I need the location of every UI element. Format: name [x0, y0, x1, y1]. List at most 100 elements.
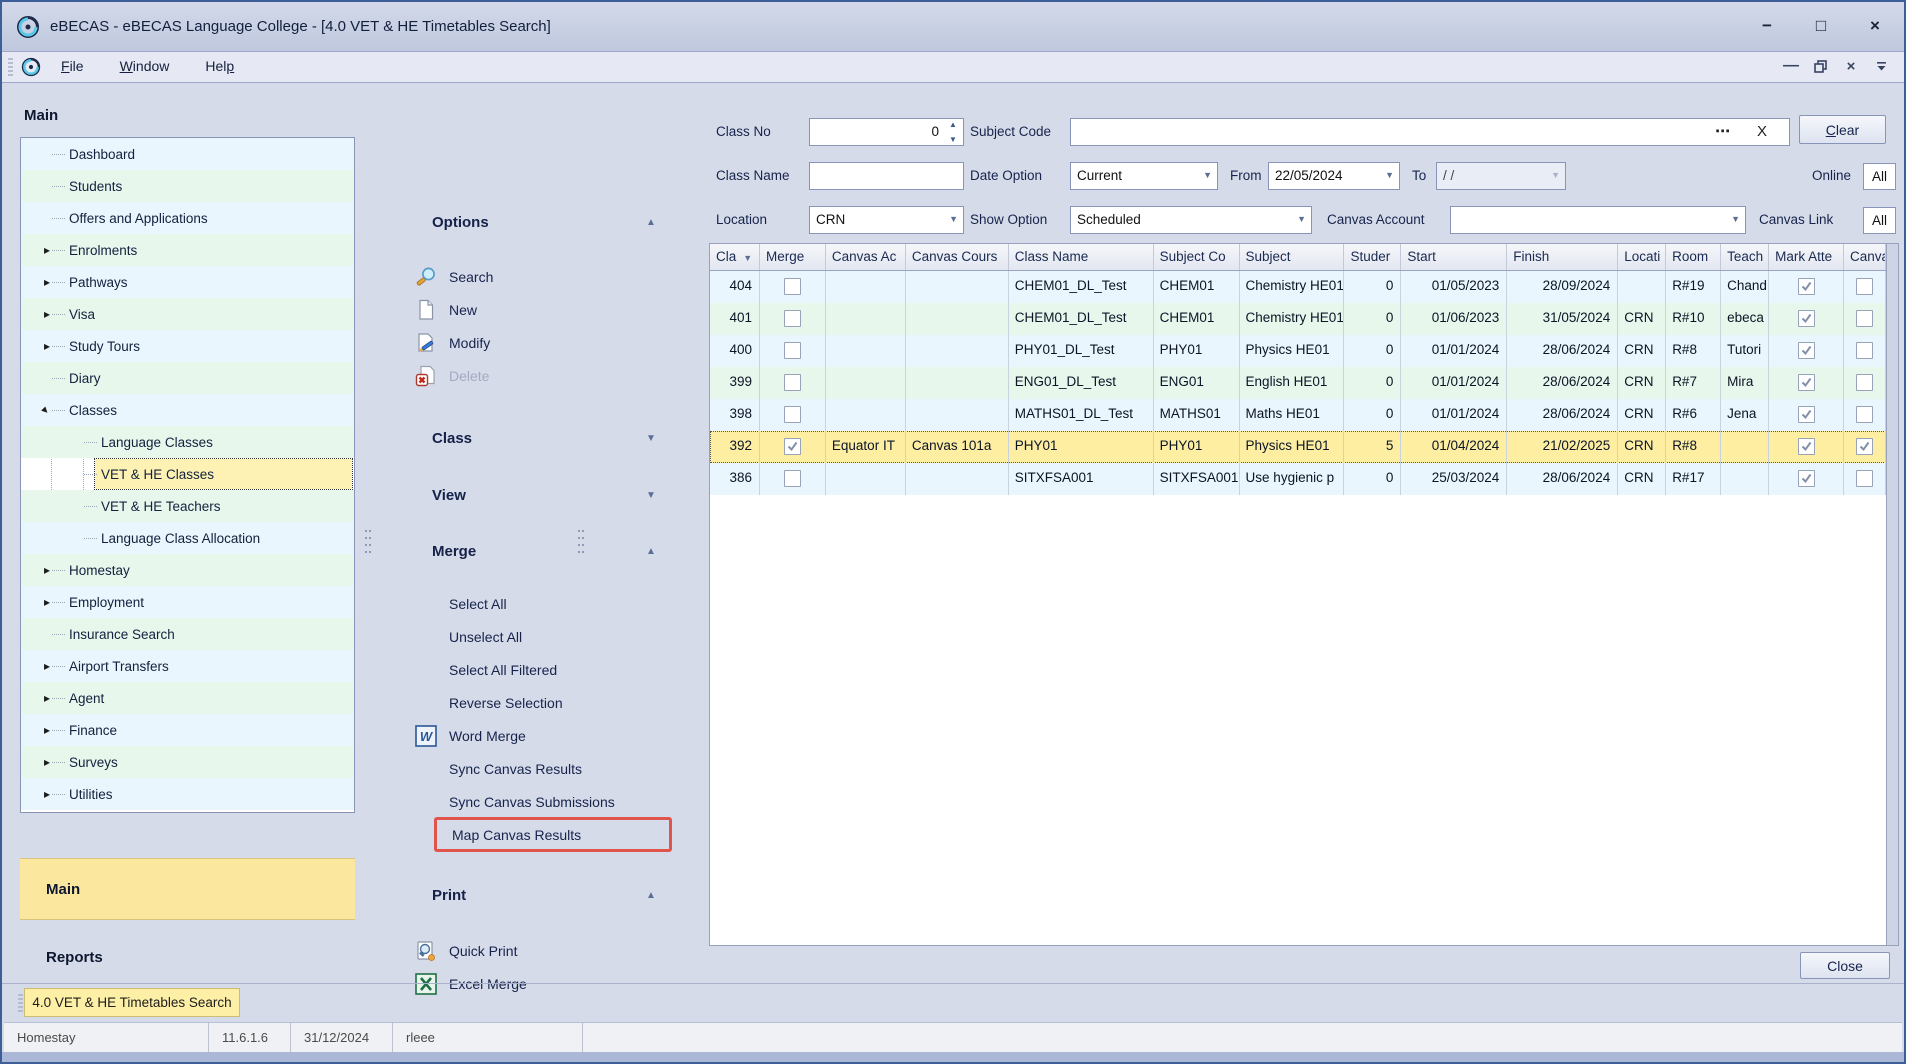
sidebar-item-vet-he-classes[interactable]: VET & HE Classes — [21, 458, 354, 490]
menu-file[interactable]: File — [49, 54, 96, 78]
sidebar-item-airport-transfers[interactable]: ▸Airport Transfers — [21, 650, 354, 682]
checkbox-unchecked[interactable] — [784, 406, 801, 423]
sidebar-item-offers-and-applications[interactable]: Offers and Applications — [21, 202, 354, 234]
canvas-account-select[interactable]: ▼ — [1450, 206, 1746, 234]
checkbox-checked[interactable] — [1798, 438, 1815, 455]
sidebar-item-insurance-search[interactable]: Insurance Search — [21, 618, 354, 650]
table-row-399[interactable]: 399ENG01_DL_TestENG01English HE01001/01/… — [710, 367, 1886, 399]
column-header-subject-code[interactable]: Subject Co — [1154, 244, 1240, 270]
table-row-398[interactable]: 398MATHS01_DL_TestMATHS01Maths HE01001/0… — [710, 399, 1886, 431]
sidebar-item-language-classes[interactable]: Language Classes — [21, 426, 354, 458]
checkbox-checked[interactable] — [1798, 310, 1815, 327]
action-search[interactable]: Search — [370, 260, 700, 293]
clear-button[interactable]: Clear — [1799, 115, 1886, 144]
show-option-select[interactable]: Scheduled ▼ — [1070, 206, 1312, 234]
column-header-canvas[interactable]: Canva — [1844, 244, 1886, 270]
checkbox-checked[interactable] — [1798, 278, 1815, 295]
checkbox-checked[interactable] — [1798, 470, 1815, 487]
table-row-404[interactable]: 404CHEM01_DL_TestCHEM01Chemistry HE01001… — [710, 271, 1886, 303]
mdi-close-icon[interactable]: × — [1842, 58, 1860, 74]
column-header-teacher[interactable]: Teach — [1721, 244, 1769, 270]
class-no-spinner[interactable]: ▲▼ — [945, 120, 961, 144]
tree-collapsed-icon[interactable]: ▸ — [44, 308, 50, 320]
checkbox-unchecked[interactable] — [784, 342, 801, 359]
action-reverse-selection[interactable]: Reverse Selection — [370, 686, 700, 719]
column-header-canvas-course[interactable]: Canvas Cours — [906, 244, 1009, 270]
section-header-print[interactable]: Print▲ — [370, 887, 700, 911]
checkbox-unchecked[interactable] — [1856, 278, 1873, 295]
tree-collapsed-icon[interactable]: ▸ — [44, 756, 50, 768]
action-select-all-filtered[interactable]: Select All Filtered — [370, 653, 700, 686]
checkbox-checked[interactable] — [784, 438, 801, 455]
column-header-subject[interactable]: Subject — [1240, 244, 1345, 270]
sidebar-item-pathways[interactable]: ▸Pathways — [21, 266, 354, 298]
sidebar-item-visa[interactable]: ▸Visa — [21, 298, 354, 330]
menu-help[interactable]: Help — [193, 54, 246, 78]
online-filter-box[interactable]: All — [1863, 163, 1896, 190]
column-header-finish[interactable]: Finish — [1507, 244, 1618, 270]
table-scrollbar[interactable] — [1886, 243, 1899, 946]
table-row-392[interactable]: 392Equator ITCanvas 101aPHY01PHY01Physic… — [710, 431, 1886, 463]
sidebar-item-employment[interactable]: ▸Employment — [21, 586, 354, 618]
open-window-tab[interactable]: 4.0 VET & HE Timetables Search — [24, 988, 240, 1017]
tree-collapsed-icon[interactable]: ▸ — [44, 596, 50, 608]
checkbox-unchecked[interactable] — [1856, 374, 1873, 391]
minimize-window-icon[interactable]: − — [1752, 12, 1782, 40]
sidebar-item-language-class-allocation[interactable]: Language Class Allocation — [21, 522, 354, 554]
action-sync-canvas-results[interactable]: Sync Canvas Results — [370, 752, 700, 785]
table-row-401[interactable]: 401CHEM01_DL_TestCHEM01Chemistry HE01001… — [710, 303, 1886, 335]
tree-collapsed-icon[interactable]: ▸ — [44, 564, 50, 576]
expand-section-icon[interactable]: ▼ — [646, 490, 656, 501]
menu-window[interactable]: Window — [108, 54, 182, 78]
collapse-section-icon[interactable]: ▲ — [646, 217, 656, 228]
checkbox-unchecked[interactable] — [784, 278, 801, 295]
checkbox-unchecked[interactable] — [784, 470, 801, 487]
sidebar-main-button[interactable]: Main — [20, 858, 355, 920]
class-name-input[interactable] — [809, 162, 964, 190]
sidebar-item-diary[interactable]: Diary — [21, 362, 354, 394]
sidebar-item-enrolments[interactable]: ▸Enrolments — [21, 234, 354, 266]
tree-collapsed-icon[interactable]: ▸ — [44, 660, 50, 672]
action-word-merge[interactable]: WWord Merge — [370, 719, 700, 752]
checkbox-unchecked[interactable] — [784, 310, 801, 327]
sidebar-item-utilities[interactable]: ▸Utilities — [21, 778, 354, 810]
tree-collapsed-icon[interactable]: ▸ — [44, 788, 50, 800]
checkbox-checked[interactable] — [1798, 342, 1815, 359]
tree-collapsed-icon[interactable]: ▸ — [44, 692, 50, 704]
action-map-canvas-results[interactable]: Map Canvas Results — [434, 817, 672, 852]
column-header-room[interactable]: Room — [1666, 244, 1721, 270]
checkbox-checked[interactable] — [1798, 374, 1815, 391]
sidebar-item-surveys[interactable]: ▸Surveys — [21, 746, 354, 778]
tree-collapsed-icon[interactable]: ▸ — [44, 340, 50, 352]
close-window-icon[interactable]: × — [1860, 12, 1890, 40]
tree-collapsed-icon[interactable]: ▸ — [44, 276, 50, 288]
action-quick-print[interactable]: Quick Print — [370, 934, 700, 967]
location-select[interactable]: CRN ▼ — [809, 206, 964, 234]
mdi-restore-icon[interactable] — [1812, 58, 1830, 74]
checkbox-unchecked[interactable] — [1856, 310, 1873, 327]
section-header-class[interactable]: Class▼ — [370, 430, 700, 454]
action-select-all[interactable]: Select All — [370, 587, 700, 620]
column-header-mark-att[interactable]: Mark Atte — [1769, 244, 1844, 270]
action-new[interactable]: New — [370, 293, 700, 326]
subject-code-clear-icon[interactable]: X — [1757, 119, 1767, 145]
section-header-view[interactable]: View▼ — [370, 487, 700, 511]
column-header-class-name[interactable]: Class Name — [1009, 244, 1154, 270]
table-row-386[interactable]: 386SITXFSA001SITXFSA001Use hygienic p025… — [710, 463, 1886, 495]
checkbox-unchecked[interactable] — [1856, 406, 1873, 423]
mdi-minimize-icon[interactable]: — — [1782, 58, 1800, 74]
collapse-section-icon[interactable]: ▲ — [646, 890, 656, 901]
column-header-merge[interactable]: Merge — [760, 244, 826, 270]
sidebar-item-students[interactable]: Students — [21, 170, 354, 202]
section-header-options[interactable]: Options▲ — [370, 214, 700, 238]
action-sync-canvas-submissions[interactable]: Sync Canvas Submissions — [370, 785, 700, 818]
column-header-canvas-account[interactable]: Canvas Ac — [826, 244, 906, 270]
tree-expanded-icon[interactable]: ▸ — [40, 404, 53, 417]
sidebar-item-agent[interactable]: ▸Agent — [21, 682, 354, 714]
checkbox-unchecked[interactable] — [1856, 342, 1873, 359]
toolbar-options-icon[interactable] — [1872, 58, 1890, 74]
sidebar-item-homestay[interactable]: ▸Homestay — [21, 554, 354, 586]
subject-code-browse-icon[interactable]: ⋯ — [1715, 119, 1731, 145]
sidebar-item-dashboard[interactable]: Dashboard — [21, 138, 354, 170]
checkbox-unchecked[interactable] — [784, 374, 801, 391]
